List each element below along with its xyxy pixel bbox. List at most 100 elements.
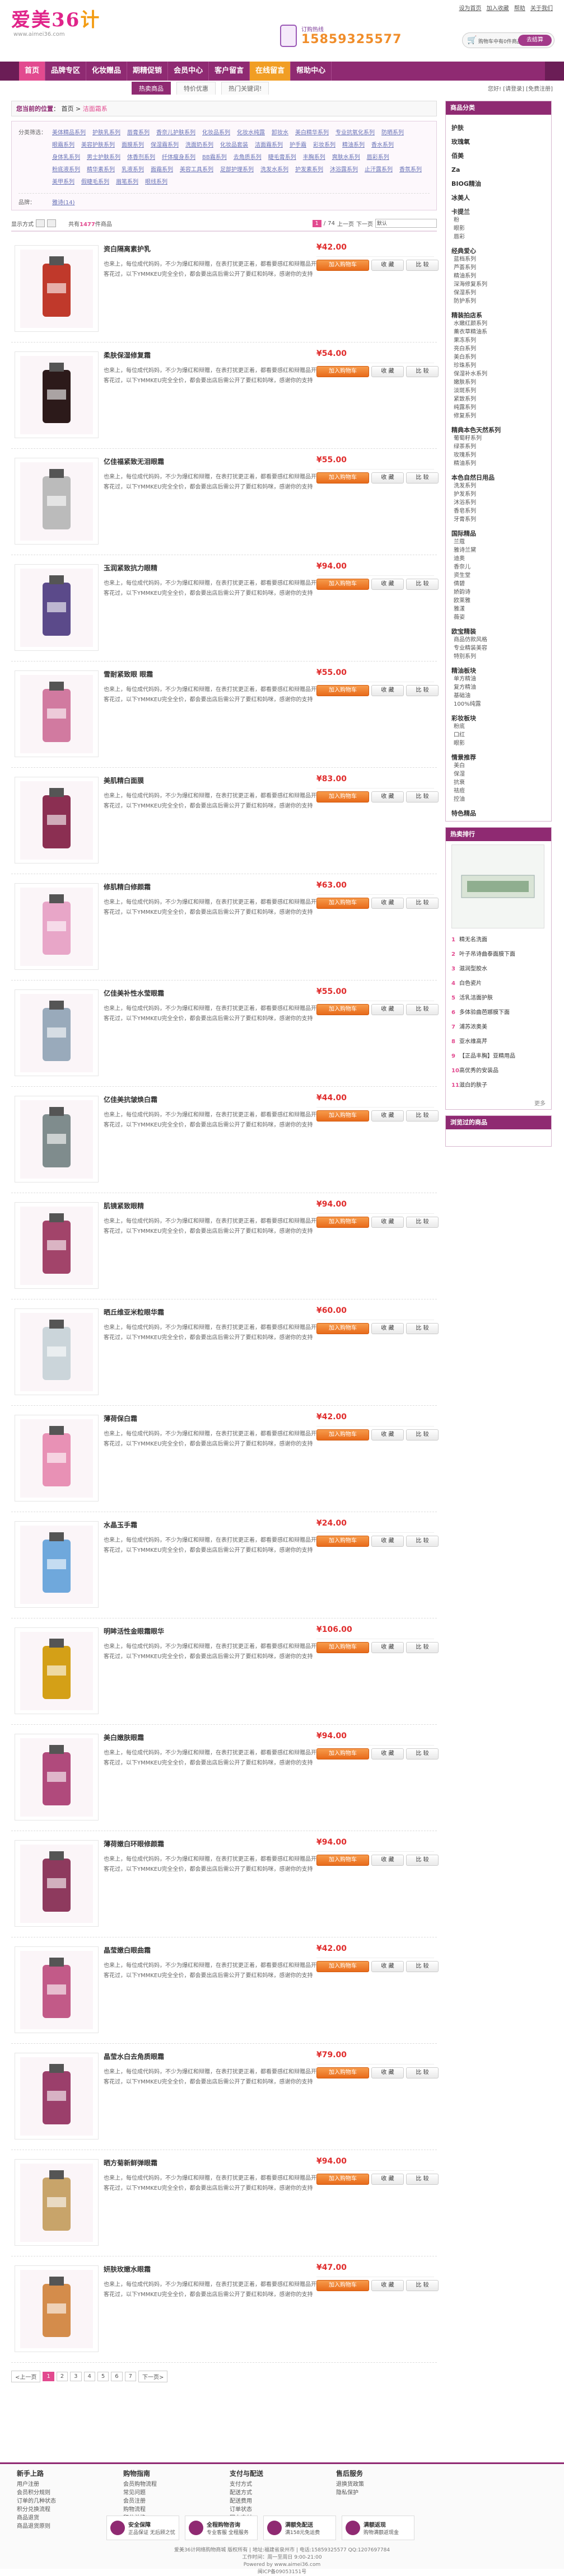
prev-page-link[interactable]: 上一页 [337,219,354,228]
product-image[interactable] [15,564,99,651]
compare-button[interactable]: 比 较 [406,579,439,590]
category-group[interactable]: 卡提兰 [451,208,546,216]
category-item[interactable]: 淡斑系列 [451,387,546,395]
category-group[interactable]: 彩妆板块 [451,714,546,722]
add-to-cart-button[interactable]: 加入购物车 [316,685,369,696]
product-name[interactable]: 薄荷保白霜 [104,1414,137,1423]
filter-option[interactable]: 纤体瘦身系列 [162,152,195,164]
category-item[interactable]: 欧莱雅 [451,597,546,605]
filter-option[interactable]: 卸妆水 [272,127,288,139]
product-image[interactable] [15,458,99,545]
favorite-button[interactable]: 收 藏 [371,1748,404,1759]
category-item[interactable]: 唇彩 [451,233,546,241]
category-item[interactable]: 眼影 [451,739,546,748]
product-name[interactable]: 明眸活性金眼霜眼华 [104,1626,164,1636]
compare-button[interactable]: 比 较 [406,1855,439,1866]
category-item[interactable]: 亮白系列 [451,345,546,353]
filter-option[interactable]: 洗面奶系列 [185,139,213,152]
filter-option[interactable]: BB霜系列 [202,152,227,164]
filter-option[interactable]: 护发素系列 [295,164,323,176]
product-image[interactable] [15,1627,99,1714]
category-item[interactable]: 沐浴系列 [451,499,546,507]
filter-option[interactable]: 护手霜 [290,139,306,152]
sort-select[interactable]: 默认 [375,219,437,228]
list-view-icon[interactable] [47,219,56,227]
category-item[interactable]: 美白系列 [451,353,546,362]
logo[interactable]: 爱美36计 [11,4,123,32]
category-group[interactable]: 精典本色天然系列 [451,426,546,434]
category-item[interactable]: 倩碧 [451,580,546,588]
category-item[interactable]: 修复系列 [451,412,546,420]
favorite-button[interactable]: 收 藏 [371,2067,404,2078]
filter-option[interactable]: 精油系列 [342,139,365,152]
filter-option[interactable]: 身体乳系列 [52,152,80,164]
filter-option[interactable]: 防晒系列 [381,127,404,139]
category-item[interactable]: 控油 [451,795,546,804]
favorite-button[interactable]: 收 藏 [371,2174,404,2185]
product-image[interactable] [15,1096,99,1183]
filter-option[interactable]: 乳液系列 [122,164,144,176]
compare-button[interactable]: 比 较 [406,2280,439,2291]
pager-page[interactable]: 3 [70,2372,82,2381]
favorite-button[interactable]: 收 藏 [371,1004,404,1015]
favorite-button[interactable]: 收 藏 [371,1217,404,1228]
category-item[interactable]: 保湿补水系列 [451,370,546,378]
hot-item[interactable]: 2 叶子吊诗曲泰面膜下面 [451,947,546,962]
filter-option[interactable]: 洁面霜系列 [255,139,283,152]
filter-option[interactable]: 化妆水纯露 [237,127,265,139]
product-name[interactable]: 美白嫩肤眼霜 [104,1733,144,1742]
category-item[interactable]: 香皂系列 [451,507,546,515]
product-name[interactable]: 资白隔离素护乳 [104,244,151,254]
filter-option[interactable]: 化妆品系列 [202,127,230,139]
pager-page[interactable]: 7 [124,2372,137,2381]
add-to-cart-button[interactable]: 加入购物车 [316,2280,369,2291]
category-item[interactable]: 护发系列 [451,490,546,499]
tab-special[interactable]: 特价优惠 [176,82,216,95]
category-item[interactable]: 美白 [451,762,546,770]
add-to-cart-button[interactable]: 加入购物车 [316,260,369,271]
add-to-cart-button[interactable]: 加入购物车 [316,1855,369,1866]
compare-button[interactable]: 比 较 [406,1961,439,1972]
category-item[interactable]: 娇韵诗 [451,588,546,597]
footer-link[interactable]: 常见问题 [123,2489,230,2497]
category-item[interactable]: 绿茶系列 [451,443,546,451]
product-image[interactable] [15,989,99,1076]
add-to-cart-button[interactable]: 加入购物车 [316,1323,369,1334]
product-image[interactable] [15,1202,99,1289]
hot-item[interactable]: 5 活乳洁面护肤 [451,991,546,1006]
favorite-button[interactable]: 收 藏 [371,791,404,803]
product-name[interactable]: 晶莹水白去角质眼霜 [104,2052,164,2061]
hot-item[interactable]: 4 白色瓷片 [451,977,546,991]
favorite-button[interactable]: 收 藏 [371,1536,404,1547]
pager-page[interactable]: 4 [83,2372,95,2381]
filter-option[interactable]: 香氛系列 [399,164,422,176]
filter-option[interactable]: 保湿霜系列 [151,139,179,152]
pager-next[interactable]: 下一页> [138,2371,168,2382]
compare-button[interactable]: 比 较 [406,1110,439,1122]
nav-item-member[interactable]: 会员中心 [168,62,209,81]
favorite-button[interactable]: 收 藏 [371,366,404,377]
product-name[interactable]: 美肌精白面膜 [104,776,144,785]
category-group[interactable]: 护肤 [451,124,546,132]
add-to-cart-button[interactable]: 加入购物车 [316,2174,369,2185]
category-item[interactable]: 粉底 [451,722,546,731]
nav-item-home[interactable]: 首页 [19,62,46,81]
hot-item[interactable]: 7 浦苏浓奥美 [451,1020,546,1035]
compare-button[interactable]: 比 较 [406,260,439,271]
category-item[interactable]: 薇姿 [451,613,546,622]
pager-page[interactable]: 5 [97,2372,109,2381]
add-to-cart-button[interactable]: 加入购物车 [316,1961,369,1972]
category-group[interactable]: BIOG精油 [451,180,546,188]
footer-link[interactable]: 会员购物流程 [123,2480,230,2489]
toplink-home[interactable]: 设为首页 [459,6,481,12]
pager-page[interactable]: 1 [43,2372,54,2381]
nav-item-message[interactable]: 在线留言 [250,62,291,81]
filter-option[interactable]: 美白精华系列 [295,127,329,139]
add-to-cart-button[interactable]: 加入购物车 [316,1642,369,1653]
category-item[interactable]: 迪奥 [451,555,546,563]
category-group[interactable]: 经典爱心 [451,247,546,255]
product-name[interactable]: 玉润紧致抗力眼精 [104,563,157,573]
filter-option[interactable]: 男士护肤系列 [87,152,120,164]
filter-option[interactable]: 化妆品套装 [220,139,248,152]
add-to-cart-button[interactable]: 加入购物车 [316,1004,369,1015]
